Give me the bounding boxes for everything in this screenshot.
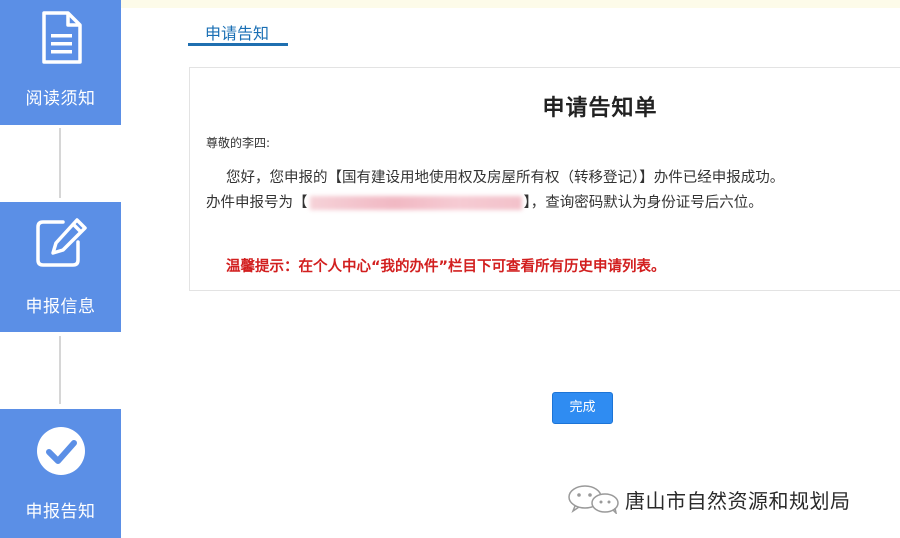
notice-title: 申请告知单	[542, 96, 658, 121]
edit-icon	[33, 216, 89, 274]
redacted-application-number	[309, 196, 522, 210]
warm-tip: 温馨提示：在个人中心“我的办件”栏目下可查看所有历史申请列表。	[226, 259, 666, 275]
notice-body-line-2: 办件申报号为【 】，查询密码默认为身份证号后六位。	[206, 191, 763, 212]
document-icon	[38, 10, 84, 70]
page: 阅读须知 申报信息 申报告知 申请告知 申请告知单 尊敬的李四: 您好，您申报的…	[0, 0, 900, 538]
done-button[interactable]: 完成	[552, 392, 613, 424]
wechat-icon	[565, 484, 621, 518]
top-strip	[121, 0, 900, 8]
notice-body-line-1: 您好，您申报的【国有建设用地使用权及房屋所有权（转移登记）】办件已经申报成功。	[226, 170, 785, 186]
check-icon	[35, 425, 87, 481]
step-connector	[59, 336, 61, 404]
step-connector	[59, 128, 61, 198]
tab-apply-notice[interactable]: 申请告知	[188, 16, 288, 46]
tab-label: 申请告知	[205, 24, 270, 43]
step-label: 申报告知	[25, 502, 96, 522]
step-read-notice[interactable]: 阅读须知	[0, 0, 121, 125]
application-number-suffix: 】，查询密码默认为身份证号后六位。	[523, 195, 763, 211]
step-label: 申报信息	[25, 297, 96, 317]
salutation: 尊敬的李四:	[206, 136, 271, 150]
step-rail: 阅读须知 申报信息 申报告知	[0, 0, 121, 538]
notice-card: 申请告知单 尊敬的李四: 您好，您申报的【国有建设用地使用权及房屋所有权（转移登…	[189, 67, 900, 291]
watermark-text: 唐山市自然资源和规划局	[625, 489, 851, 513]
tab-underline	[188, 43, 288, 46]
step-apply-notice[interactable]: 申报告知	[0, 409, 121, 538]
application-number-prefix: 办件申报号为【	[206, 195, 308, 211]
step-apply-info[interactable]: 申报信息	[0, 202, 121, 332]
step-label: 阅读须知	[25, 89, 96, 109]
